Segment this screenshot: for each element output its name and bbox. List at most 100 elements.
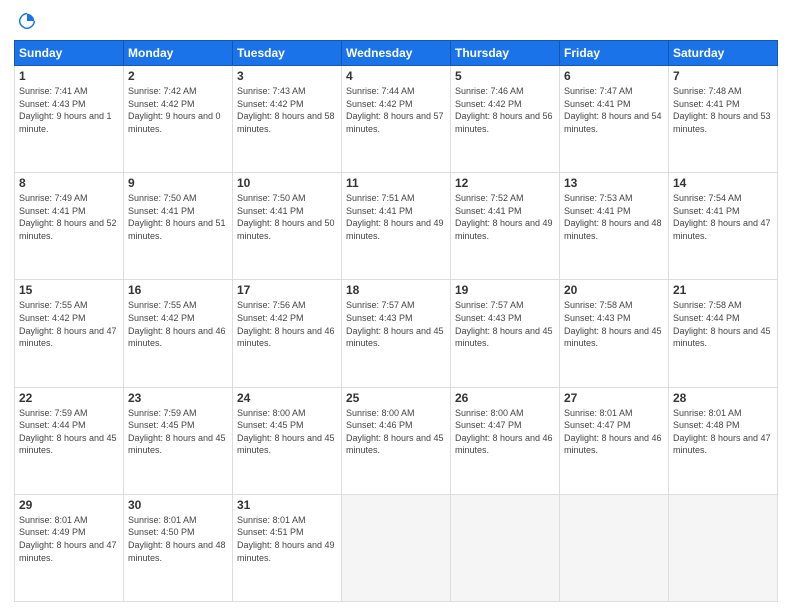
table-row (669, 494, 778, 601)
day-number: 23 (128, 391, 228, 405)
col-friday: Friday (560, 41, 669, 66)
col-saturday: Saturday (669, 41, 778, 66)
day-number: 29 (19, 498, 119, 512)
day-number: 18 (346, 283, 446, 297)
day-number: 24 (237, 391, 337, 405)
cell-info: Sunrise: 7:42 AMSunset: 4:42 PMDaylight:… (128, 86, 221, 134)
day-number: 21 (673, 283, 773, 297)
logo-icon (16, 10, 38, 32)
day-number: 14 (673, 176, 773, 190)
page: Sunday Monday Tuesday Wednesday Thursday… (0, 0, 792, 612)
cell-info: Sunrise: 7:57 AMSunset: 4:43 PMDaylight:… (346, 300, 444, 348)
cell-info: Sunrise: 7:56 AMSunset: 4:42 PMDaylight:… (237, 300, 335, 348)
table-row: 6Sunrise: 7:47 AMSunset: 4:41 PMDaylight… (560, 66, 669, 173)
table-row: 31Sunrise: 8:01 AMSunset: 4:51 PMDayligh… (233, 494, 342, 601)
cell-info: Sunrise: 7:54 AMSunset: 4:41 PMDaylight:… (673, 193, 771, 241)
table-row: 28 Sunrise: 8:01 AMSunset: 4:48 PMDayligh… (669, 387, 778, 494)
col-sunday: Sunday (15, 41, 124, 66)
calendar-week-2: 8 Sunrise: 7:49 AMSunset: 4:41 PMDaylight… (15, 173, 778, 280)
day-number: 15 (19, 283, 119, 297)
col-wednesday: Wednesday (342, 41, 451, 66)
cell-info: Sunrise: 7:53 AMSunset: 4:41 PMDaylight:… (564, 193, 662, 241)
table-row: 24 Sunrise: 8:00 AMSunset: 4:45 PMDayligh… (233, 387, 342, 494)
table-row (451, 494, 560, 601)
table-row: 3 Sunrise: 7:43 AMSunset: 4:42 PMDaylight… (233, 66, 342, 173)
day-number: 7 (673, 69, 773, 83)
cell-info: Sunrise: 7:59 AMSunset: 4:44 PMDaylight:… (19, 408, 117, 456)
header (14, 10, 778, 32)
day-number: 27 (564, 391, 664, 405)
table-row: 20 Sunrise: 7:58 AMSunset: 4:43 PMDayligh… (560, 280, 669, 387)
day-number: 1 (19, 69, 119, 83)
cell-info: Sunrise: 8:01 AMSunset: 4:51 PMDaylight:… (237, 515, 335, 563)
calendar-header-row: Sunday Monday Tuesday Wednesday Thursday… (15, 41, 778, 66)
day-number: 26 (455, 391, 555, 405)
day-number: 28 (673, 391, 773, 405)
cell-info: Sunrise: 7:58 AMSunset: 4:44 PMDaylight:… (673, 300, 771, 348)
cell-info: Sunrise: 7:50 AMSunset: 4:41 PMDaylight:… (237, 193, 335, 241)
logo-text (14, 10, 38, 32)
day-number: 3 (237, 69, 337, 83)
cell-info: Sunrise: 8:01 AMSunset: 4:50 PMDaylight:… (128, 515, 226, 563)
table-row: 22 Sunrise: 7:59 AMSunset: 4:44 PMDayligh… (15, 387, 124, 494)
table-row: 5 Sunrise: 7:46 AMSunset: 4:42 PMDaylight… (451, 66, 560, 173)
table-row (560, 494, 669, 601)
cell-info: Sunrise: 7:55 AMSunset: 4:42 PMDaylight:… (19, 300, 117, 348)
col-thursday: Thursday (451, 41, 560, 66)
cell-info: Sunrise: 7:49 AMSunset: 4:41 PMDaylight:… (19, 193, 117, 241)
day-number: 17 (237, 283, 337, 297)
day-number: 12 (455, 176, 555, 190)
day-number: 13 (564, 176, 664, 190)
table-row: 30 Sunrise: 8:01 AMSunset: 4:50 PMDayligh… (124, 494, 233, 601)
cell-info: Sunrise: 7:44 AMSunset: 4:42 PMDaylight:… (346, 86, 444, 134)
logo (14, 10, 38, 32)
table-row: 25 Sunrise: 8:00 AMSunset: 4:46 PMDayligh… (342, 387, 451, 494)
day-number: 25 (346, 391, 446, 405)
cell-info: Sunrise: 8:00 AMSunset: 4:47 PMDaylight:… (455, 408, 553, 456)
table-row: 11Sunrise: 7:51 AMSunset: 4:41 PMDayligh… (342, 173, 451, 280)
cell-info: Sunrise: 7:41 AMSunset: 4:43 PMDaylight:… (19, 86, 112, 134)
day-number: 6 (564, 69, 664, 83)
day-number: 2 (128, 69, 228, 83)
day-number: 8 (19, 176, 119, 190)
cell-info: Sunrise: 7:43 AMSunset: 4:42 PMDaylight:… (237, 86, 335, 134)
col-monday: Monday (124, 41, 233, 66)
cell-info: Sunrise: 7:50 AMSunset: 4:41 PMDaylight:… (128, 193, 226, 241)
table-row: 18 Sunrise: 7:57 AMSunset: 4:43 PMDayligh… (342, 280, 451, 387)
calendar-week-3: 15 Sunrise: 7:55 AMSunset: 4:42 PMDayligh… (15, 280, 778, 387)
day-number: 30 (128, 498, 228, 512)
cell-info: Sunrise: 7:51 AMSunset: 4:41 PMDaylight:… (346, 193, 444, 241)
calendar-table: Sunday Monday Tuesday Wednesday Thursday… (14, 40, 778, 602)
cell-info: Sunrise: 8:01 AMSunset: 4:48 PMDaylight:… (673, 408, 771, 456)
table-row: 4Sunrise: 7:44 AMSunset: 4:42 PMDaylight… (342, 66, 451, 173)
day-number: 22 (19, 391, 119, 405)
table-row: 9 Sunrise: 7:50 AMSunset: 4:41 PMDaylight… (124, 173, 233, 280)
table-row: 27 Sunrise: 8:01 AMSunset: 4:47 PMDayligh… (560, 387, 669, 494)
table-row: 12 Sunrise: 7:52 AMSunset: 4:41 PMDayligh… (451, 173, 560, 280)
table-row: 13 Sunrise: 7:53 AMSunset: 4:41 PMDayligh… (560, 173, 669, 280)
table-row (342, 494, 451, 601)
table-row: 15 Sunrise: 7:55 AMSunset: 4:42 PMDayligh… (15, 280, 124, 387)
col-tuesday: Tuesday (233, 41, 342, 66)
cell-info: Sunrise: 7:58 AMSunset: 4:43 PMDaylight:… (564, 300, 662, 348)
calendar-week-5: 29Sunrise: 8:01 AMSunset: 4:49 PMDayligh… (15, 494, 778, 601)
cell-info: Sunrise: 8:00 AMSunset: 4:46 PMDaylight:… (346, 408, 444, 456)
cell-info: Sunrise: 7:57 AMSunset: 4:43 PMDaylight:… (455, 300, 553, 348)
cell-info: Sunrise: 7:52 AMSunset: 4:41 PMDaylight:… (455, 193, 553, 241)
cell-info: Sunrise: 7:46 AMSunset: 4:42 PMDaylight:… (455, 86, 553, 134)
cell-info: Sunrise: 7:48 AMSunset: 4:41 PMDaylight:… (673, 86, 771, 134)
table-row: 19 Sunrise: 7:57 AMSunset: 4:43 PMDayligh… (451, 280, 560, 387)
day-number: 9 (128, 176, 228, 190)
day-number: 20 (564, 283, 664, 297)
cell-info: Sunrise: 7:55 AMSunset: 4:42 PMDaylight:… (128, 300, 226, 348)
table-row: 26 Sunrise: 8:00 AMSunset: 4:47 PMDayligh… (451, 387, 560, 494)
table-row: 21 Sunrise: 7:58 AMSunset: 4:44 PMDayligh… (669, 280, 778, 387)
day-number: 19 (455, 283, 555, 297)
day-number: 16 (128, 283, 228, 297)
cell-info: Sunrise: 8:01 AMSunset: 4:47 PMDaylight:… (564, 408, 662, 456)
calendar-week-4: 22 Sunrise: 7:59 AMSunset: 4:44 PMDayligh… (15, 387, 778, 494)
calendar-week-1: 1 Sunrise: 7:41 AMSunset: 4:43 PMDaylight… (15, 66, 778, 173)
cell-info: Sunrise: 8:00 AMSunset: 4:45 PMDaylight:… (237, 408, 335, 456)
table-row: 2 Sunrise: 7:42 AMSunset: 4:42 PMDaylight… (124, 66, 233, 173)
day-number: 5 (455, 69, 555, 83)
